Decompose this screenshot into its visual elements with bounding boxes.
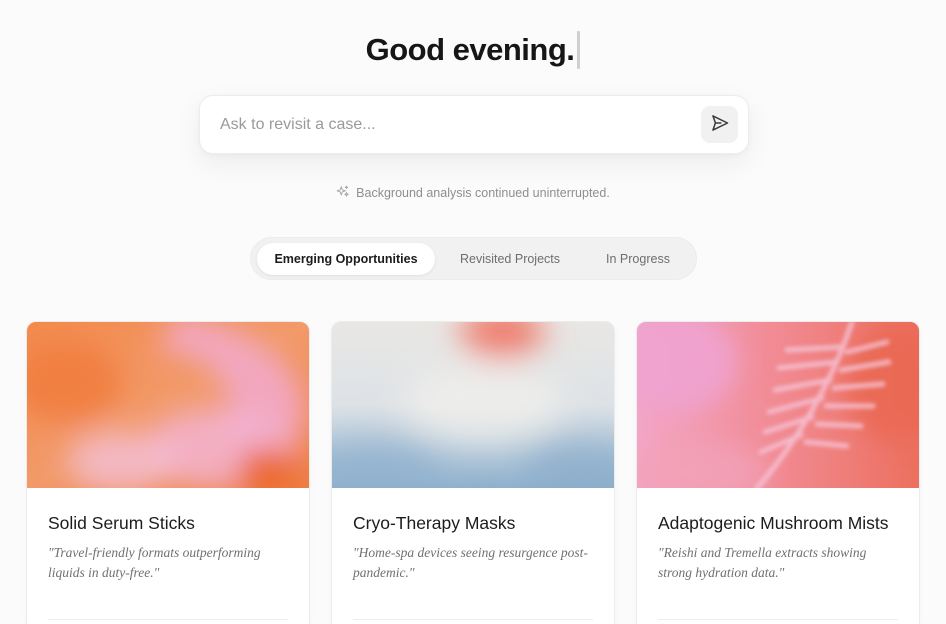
card-title: Solid Serum Sticks [48, 513, 195, 533]
tab-emerging-opportunities[interactable]: Emerging Opportunities [257, 243, 435, 275]
card-divider [48, 619, 288, 620]
card-title: Cryo-Therapy Masks [353, 513, 516, 533]
search-input[interactable] [220, 112, 690, 138]
card-image [27, 322, 309, 488]
opportunity-card[interactable]: Adaptogenic Mushroom Mists "Reishi and T… [636, 321, 920, 624]
card-quote: "Travel-friendly formats outperforming l… [48, 545, 261, 580]
tab-bar: Emerging Opportunities Revisited Project… [250, 237, 697, 280]
home-page: Good evening. Background analysis contin… [0, 0, 946, 624]
text-caret [577, 31, 581, 69]
card-quote: "Home-spa devices seeing resurgence post… [353, 545, 588, 580]
search-bar[interactable] [199, 95, 749, 154]
greeting: Good evening. [0, 30, 946, 70]
status-text: Background analysis continued uninterrup… [356, 186, 610, 200]
card-title: Adaptogenic Mushroom Mists [658, 513, 889, 533]
opportunity-card[interactable]: Solid Serum Sticks "Travel-friendly form… [26, 321, 310, 624]
card-quote: "Reishi and Tremella extracts showing st… [658, 545, 867, 580]
opportunity-card[interactable]: Cryo-Therapy Masks "Home-spa devices see… [331, 321, 615, 624]
card-image [637, 322, 919, 488]
card-divider [658, 619, 898, 620]
status-line: Background analysis continued uninterrup… [0, 185, 946, 202]
card-divider [353, 619, 593, 620]
send-icon [710, 113, 730, 136]
tab-revisited-projects[interactable]: Revisited Projects [441, 243, 579, 275]
send-button[interactable] [701, 106, 738, 143]
greeting-title: Good evening. [365, 32, 575, 67]
card-image [332, 322, 614, 488]
tab-in-progress[interactable]: In Progress [585, 243, 691, 275]
sparkle-icon [336, 185, 350, 202]
